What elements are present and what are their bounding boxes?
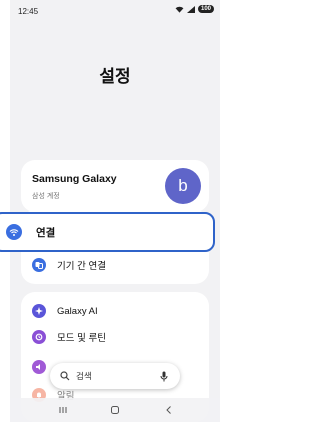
recent-apps-button[interactable] xyxy=(56,404,70,416)
page-title: 설정 xyxy=(99,67,131,86)
status-time: 12:45 xyxy=(18,7,39,16)
device-connect-icon xyxy=(32,258,46,272)
phone-screen: 12:45 100 설정 Samsung Galaxy 삼성 계정 b 기기 간… xyxy=(10,0,220,422)
wifi-status-icon xyxy=(175,6,184,13)
wifi-icon xyxy=(6,224,22,240)
search-placeholder: 검색 xyxy=(76,371,92,381)
avatar[interactable]: b xyxy=(165,168,201,204)
routine-icon xyxy=(32,330,46,344)
back-icon xyxy=(166,406,171,414)
connections-label: 연결 xyxy=(36,226,56,239)
signal-icon xyxy=(186,5,195,13)
list-item-label: Galaxy AI xyxy=(57,305,98,317)
back-button[interactable] xyxy=(162,404,176,416)
navigation-bar xyxy=(10,398,220,422)
status-icons: 100 xyxy=(175,5,214,13)
search-bar[interactable]: 검색 xyxy=(50,363,180,389)
list-item-routines[interactable]: 모드 및 루틴 xyxy=(21,322,209,352)
account-card[interactable]: Samsung Galaxy 삼성 계정 b xyxy=(21,160,209,212)
home-icon xyxy=(111,406,119,414)
search-icon xyxy=(60,371,70,381)
list-item-label: 기기 간 연결 xyxy=(57,261,106,272)
battery-icon: 100 xyxy=(197,5,214,13)
sound-icon xyxy=(32,360,46,374)
account-subtitle: 삼성 계정 xyxy=(32,193,60,200)
connections-item[interactable]: 연결 xyxy=(0,212,215,252)
list-item-label: 모드 및 루틴 xyxy=(57,333,106,344)
ai-sparkle-icon xyxy=(32,304,46,318)
recents-icon xyxy=(59,407,67,413)
status-bar: 12:45 100 xyxy=(10,0,220,22)
home-button[interactable] xyxy=(108,404,122,416)
microphone-icon[interactable] xyxy=(160,371,168,382)
account-name: Samsung Galaxy xyxy=(32,173,117,185)
list-item-device-connect[interactable]: 기기 간 연결 xyxy=(21,250,209,280)
